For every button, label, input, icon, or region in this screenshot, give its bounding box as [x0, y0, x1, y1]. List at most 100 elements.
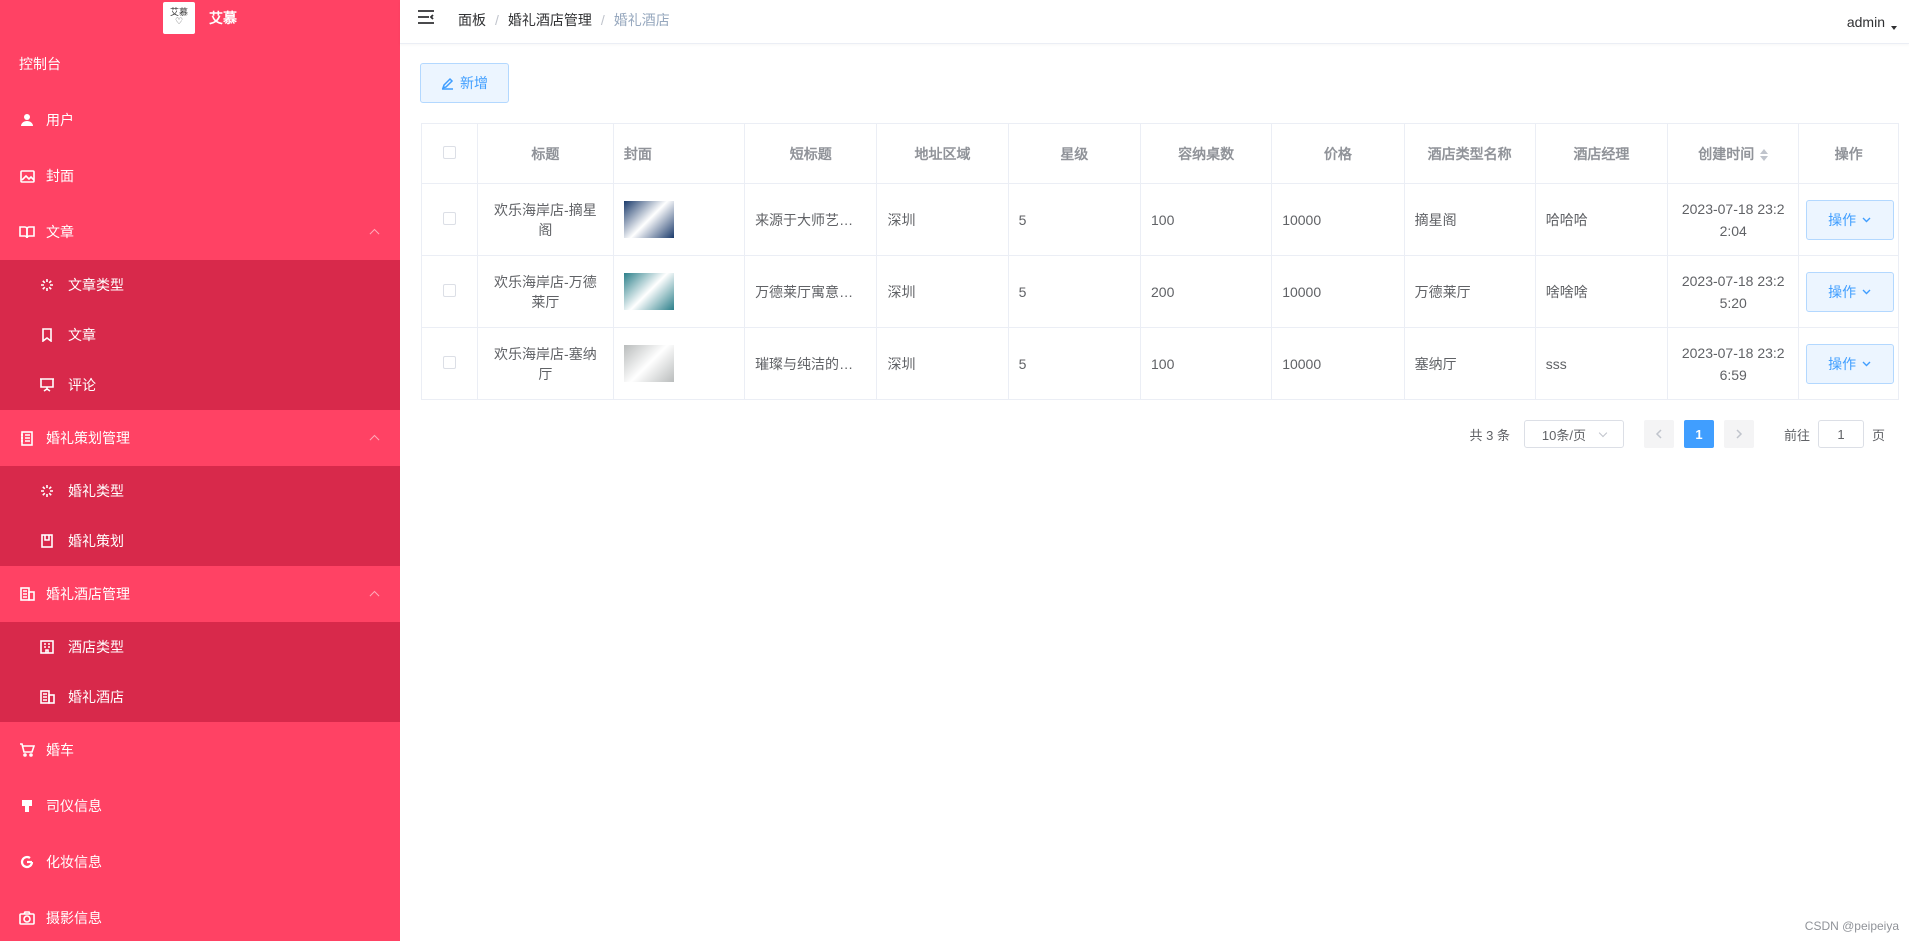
edit-icon	[441, 77, 454, 90]
cell-title: 欢乐海岸店-万德莱厅	[476, 255, 614, 328]
sidebar-item-hotel-type[interactable]: 酒店类型	[0, 622, 400, 672]
cover-thumbnail[interactable]	[623, 201, 674, 238]
sidebar-item-wedding-car[interactable]: 婚车	[0, 722, 400, 778]
sidebar-item-article-list[interactable]: 文章	[0, 310, 400, 360]
sidebar-item-host[interactable]: 司仪信息	[0, 778, 400, 834]
sidebar-item-label: 摄影信息	[46, 910, 102, 926]
cell-actions: 操作	[1798, 327, 1899, 400]
breadcrumb: 面板 / 婚礼酒店管理 / 婚礼酒店	[458, 10, 670, 30]
sidebar-item-wedding-plan-mgmt[interactable]: 婚礼策划管理	[0, 410, 400, 466]
sidebar-item-photo[interactable]: 摄影信息	[0, 890, 400, 941]
watermark: CSDN @peipeiya	[1804, 919, 1899, 933]
top-navbar: 面板 / 婚礼酒店管理 / 婚礼酒店 admin	[400, 0, 1909, 44]
cell-title: 欢乐海岸店-塞纳厅	[476, 327, 614, 400]
page-number-current[interactable]: 1	[1683, 420, 1714, 448]
sidebar-item-comment[interactable]: 评论	[0, 360, 400, 410]
chevron-left-icon	[1655, 429, 1662, 439]
loading-icon	[39, 277, 55, 293]
menu-fold-icon[interactable]	[417, 8, 435, 26]
sort-icon[interactable]	[1760, 148, 1769, 161]
sidebar-item-label: 化妆信息	[46, 854, 102, 870]
operation-label: 操作	[1828, 355, 1857, 372]
pagination-total: 共 3 条	[1469, 427, 1510, 443]
column-header: 地址区域	[876, 123, 1009, 184]
operation-dropdown-button[interactable]: 操作	[1805, 271, 1894, 312]
row-select-cell	[421, 327, 478, 400]
chevron-down-icon	[1862, 289, 1871, 294]
cell-cover	[612, 255, 746, 328]
sidebar-item-wedding-type[interactable]: 婚礼类型	[0, 466, 400, 516]
pagination: 共 3 条 10条/页 1 前往 1 页	[1469, 420, 1885, 448]
add-button[interactable]: 新增	[420, 63, 509, 103]
notebook-icon	[39, 533, 55, 549]
add-button-label: 新增	[460, 75, 488, 91]
row-select-cell	[421, 255, 478, 328]
cell-title: 欢乐海岸店-摘星阁	[476, 183, 614, 256]
row-checkbox[interactable]	[442, 283, 456, 297]
sidebar-item-cover[interactable]: 封面	[0, 148, 400, 204]
page-size-select[interactable]: 10条/页	[1523, 420, 1624, 448]
sidebar-item-label: 文章类型	[68, 277, 124, 293]
breadcrumb-item-hotel-mgmt[interactable]: 婚礼酒店管理	[508, 10, 592, 30]
cell-star: 5	[1007, 327, 1142, 400]
school-icon	[39, 639, 55, 655]
breadcrumb-separator: /	[600, 12, 605, 28]
select-all-checkbox[interactable]	[442, 145, 456, 159]
row-checkbox[interactable]	[442, 355, 456, 369]
sidebar-item-article[interactable]: 文章	[0, 204, 400, 260]
sidebar-item-user[interactable]: 用户	[0, 92, 400, 148]
book-icon	[19, 224, 35, 240]
hotel-table: 标题 封面 短标题 地址区域 星级 容纳桌数 价格 酒店类型名称 酒店经理 创建…	[421, 123, 1899, 400]
submenu-wedding-plan: 婚礼类型 婚礼策划	[0, 466, 400, 566]
cell-star: 5	[1007, 183, 1142, 256]
column-header: 星级	[1007, 123, 1142, 184]
sidebar-item-dashboard[interactable]: 控制台	[0, 36, 400, 92]
cell-short-title: 璀璨与纯洁的交汇…	[744, 327, 878, 400]
sidebar-item-hotel-mgmt[interactable]: 婚礼酒店管理	[0, 566, 400, 622]
table-header-row: 标题 封面 短标题 地址区域 星级 容纳桌数 价格 酒店类型名称 酒店经理 创建…	[421, 123, 1899, 184]
logo-image: 艾慕 ♡	[163, 2, 195, 34]
submenu-article: 文章类型 文章 评论	[0, 260, 400, 410]
goto-page-input[interactable]: 1	[1817, 420, 1864, 448]
chevron-down-icon	[1862, 361, 1871, 366]
brush-icon	[19, 798, 35, 814]
cover-thumbnail[interactable]	[623, 273, 674, 310]
column-header: 酒店类型名称	[1403, 123, 1536, 184]
user-menu[interactable]: admin	[1847, 14, 1885, 30]
sidebar-item-wedding-plan[interactable]: 婚礼策划	[0, 516, 400, 566]
sidebar-item-makeup[interactable]: 化妆信息	[0, 834, 400, 890]
chevron-up-icon	[369, 434, 380, 445]
sidebar-item-label: 婚车	[46, 742, 74, 758]
cell-actions: 操作	[1798, 255, 1899, 328]
refresh-icon	[19, 854, 35, 870]
table-row: 欢乐海岸店-摘星阁 来源于大师艺术家… 深圳 5 100 10000 摘星阁 哈哈哈 2023-…	[421, 183, 1899, 256]
cell-tables: 100	[1140, 183, 1273, 256]
sidebar-item-article-type[interactable]: 文章类型	[0, 260, 400, 310]
row-select-cell	[421, 183, 478, 256]
cell-cover	[612, 183, 746, 256]
sidebar-item-label: 婚礼类型	[68, 483, 124, 499]
chevron-up-icon	[369, 228, 380, 239]
next-page-button[interactable]	[1723, 420, 1754, 448]
cell-area: 深圳	[876, 327, 1009, 400]
operation-dropdown-button[interactable]: 操作	[1805, 343, 1894, 384]
presentation-icon	[39, 377, 55, 393]
operation-dropdown-button[interactable]: 操作	[1805, 199, 1894, 240]
cell-actions: 操作	[1798, 183, 1899, 256]
prev-page-button[interactable]	[1643, 420, 1674, 448]
breadcrumb-item-panel[interactable]: 面板	[458, 10, 486, 30]
column-header-created-time[interactable]: 创建时间	[1667, 123, 1800, 184]
page-size-value: 10条/页	[1541, 427, 1586, 443]
submenu-hotel: 酒店类型 婚礼酒店	[0, 622, 400, 722]
chevron-down-icon	[1598, 428, 1608, 437]
caret-down-icon[interactable]	[1891, 26, 1897, 30]
picture-icon	[19, 168, 35, 184]
cell-created-time: 2023-07-18 23:26:59	[1667, 327, 1800, 400]
sidebar-item-wedding-hotel[interactable]: 婚礼酒店	[0, 672, 400, 722]
cell-short-title: 来源于大师艺术家…	[744, 183, 878, 256]
breadcrumb-separator: /	[495, 12, 499, 28]
user-icon	[19, 112, 35, 128]
sidebar-item-label: 文章	[68, 327, 96, 343]
cover-thumbnail[interactable]	[623, 345, 674, 382]
row-checkbox[interactable]	[442, 211, 456, 225]
